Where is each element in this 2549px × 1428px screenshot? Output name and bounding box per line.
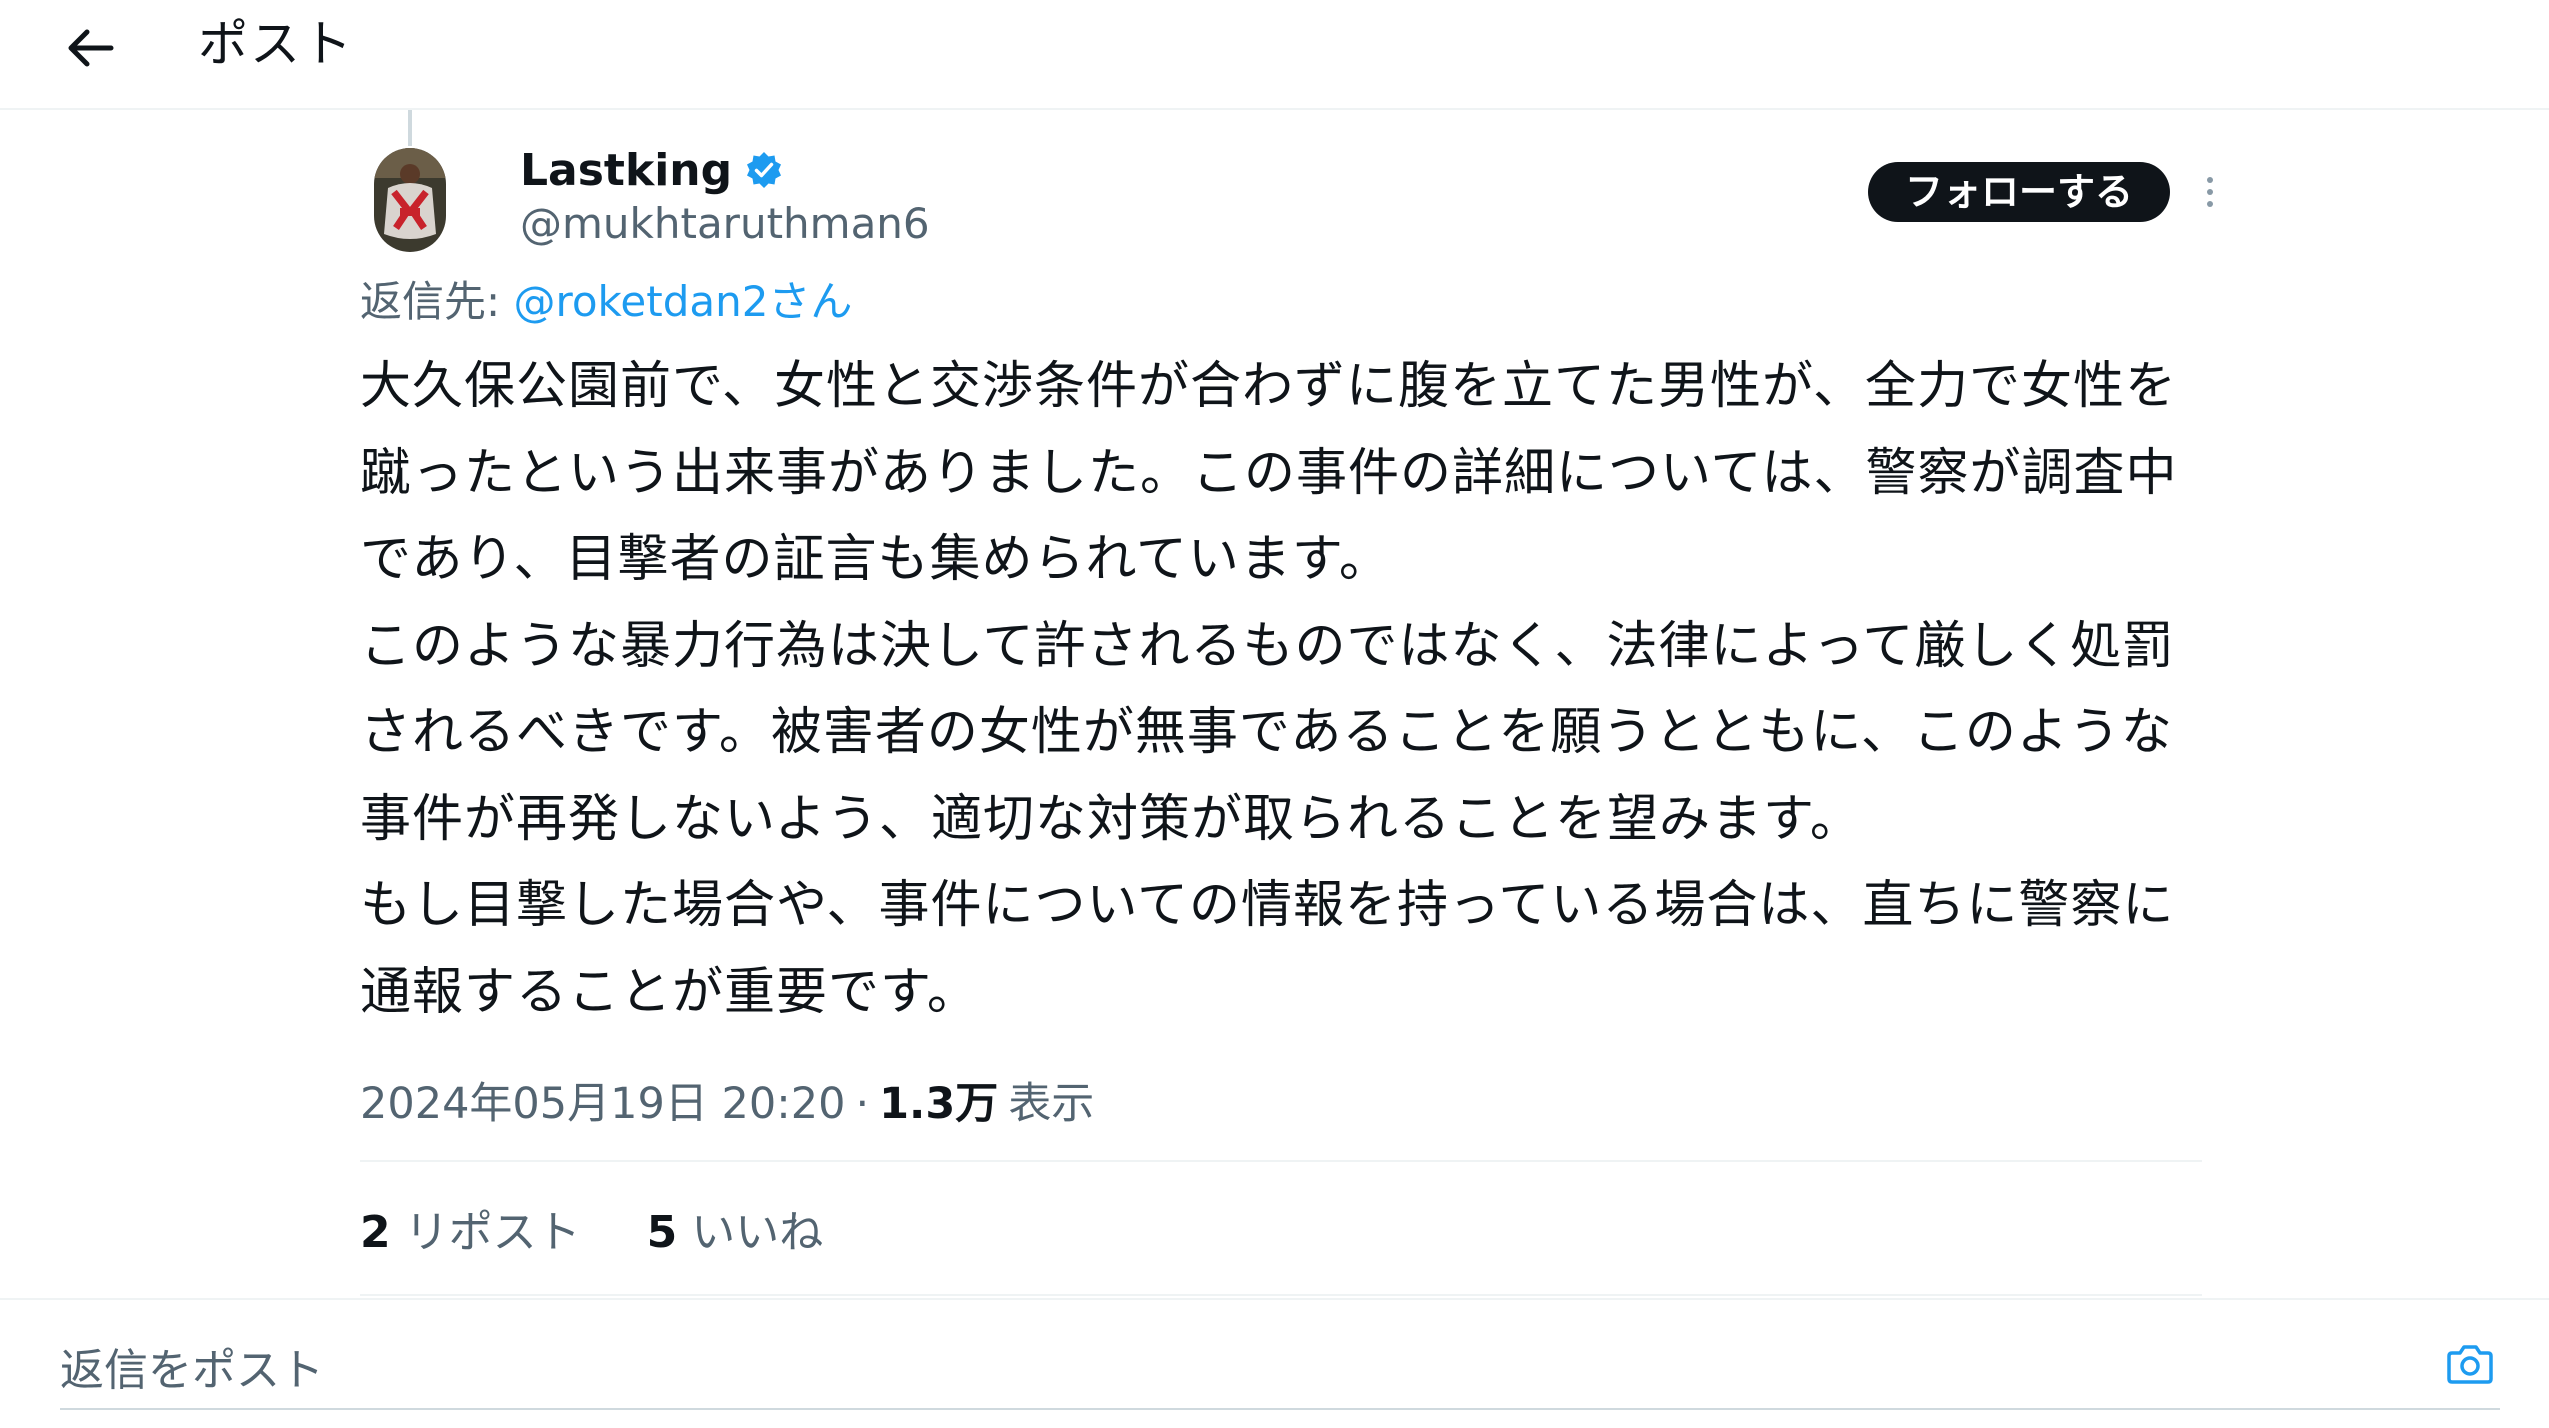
meta-separator: · [855, 1079, 870, 1129]
avatar[interactable] [374, 148, 446, 252]
author-display-name[interactable]: Lastking [520, 145, 732, 196]
page-title: ポスト [198, 15, 354, 73]
camera-button[interactable] [2442, 1336, 2498, 1392]
likes-count: 5 [646, 1207, 678, 1258]
follow-button[interactable]: フォローする [1868, 162, 2170, 222]
reposts-stat[interactable]: 2 リポスト [360, 1196, 581, 1260]
thread-connector-line [408, 110, 412, 146]
reply-to-mention-link[interactable]: @roketdan2さん [514, 277, 853, 326]
reposts-label: リポスト [404, 1207, 581, 1258]
back-button[interactable] [52, 10, 128, 86]
timestamp-link[interactable]: 2024年05月19日 20:20 [360, 1072, 845, 1136]
views-count: 1.3万 [879, 1079, 999, 1129]
reposts-count: 2 [360, 1207, 391, 1258]
reply-to-line: 返信先: @roketdan2さん [360, 274, 852, 330]
divider [360, 1160, 2202, 1162]
tweet-text: 大久保公園前で、女性と交渉条件が合わずに腹を立てた男性が、全力で女性を蹴ったとい… [360, 357, 2178, 1022]
likes-label: いいね [691, 1207, 824, 1258]
more-options-button[interactable] [2192, 168, 2228, 216]
likes-stat[interactable]: 5 いいね [647, 1196, 824, 1260]
reply-to-prefix: 返信先: [360, 277, 514, 326]
verified-badge-icon [747, 152, 782, 188]
tweet-meta: 2024年05月19日 20:20 · 1.3万 表示 [360, 1072, 1094, 1136]
engagement-stats: 2 リポスト 5 いいね [360, 1196, 823, 1260]
divider [360, 1294, 2202, 1296]
camera-icon [2447, 1345, 2493, 1384]
views-label: 表示 [1008, 1079, 1095, 1129]
reply-input[interactable] [60, 1332, 2480, 1408]
author-handle[interactable]: @mukhtaruthman6 [520, 196, 930, 252]
reply-input-underline [60, 1408, 2500, 1410]
author-name-row: Lastking [520, 140, 784, 200]
top-bar: ポスト [0, 0, 2549, 110]
arrow-left-icon [68, 29, 114, 67]
avatar-image [374, 148, 446, 252]
more-vertical-icon [2207, 177, 2213, 183]
composer-top-border [0, 1298, 2549, 1300]
